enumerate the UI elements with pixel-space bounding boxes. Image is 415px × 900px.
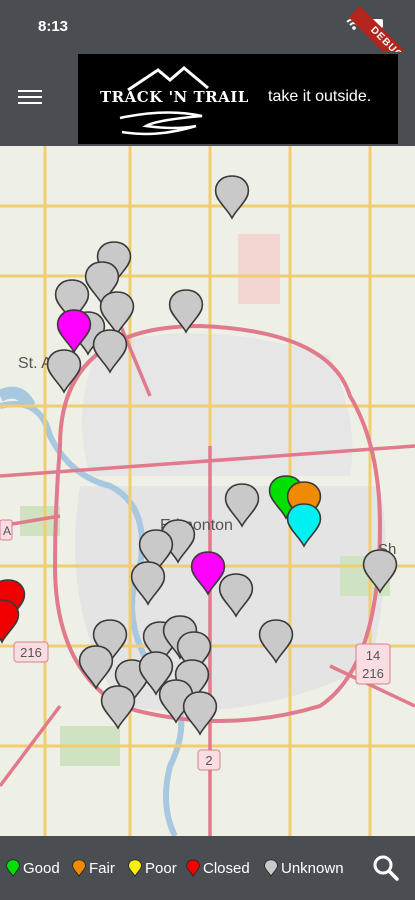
legend-label: Poor — [145, 859, 177, 877]
trail-swoosh-icon — [119, 111, 203, 136]
highway-shield: 2 — [197, 749, 221, 771]
search-button[interactable] — [372, 854, 400, 882]
legend-item-poor: Poor — [128, 858, 177, 878]
legend-item-closed: Closed — [186, 858, 250, 878]
legend-item-good: Good — [6, 858, 60, 878]
status-time: 8:13 — [38, 18, 69, 35]
unknown-pin-icon — [264, 859, 278, 877]
logo-tagline: take it outside. — [268, 88, 372, 105]
map-canvas[interactable]: 216 14 216 2 A St. Al Edmonton Sh — [0, 146, 415, 836]
highway-shield: 216 — [13, 641, 49, 663]
closed-pin-icon — [186, 859, 200, 877]
menu-button[interactable] — [18, 90, 42, 108]
logo-title: TRACK 'N TRAIL — [100, 88, 249, 106]
highway-shield: 14 216 — [355, 643, 391, 685]
industrial-area — [238, 234, 280, 304]
app-bar: TRACK 'N TRAIL take it outside. — [0, 52, 415, 146]
legend-label: Unknown — [281, 859, 344, 877]
legend-label: Fair — [89, 859, 115, 877]
svg-text:2: 2 — [205, 753, 212, 768]
legend-item-unknown: Unknown — [264, 858, 344, 878]
menu-icon-line — [18, 96, 42, 98]
trail-map[interactable]: 216 14 216 2 A St. Al Edmonton Sh — [0, 146, 415, 836]
menu-icon-line — [18, 90, 42, 92]
legend-label: Good — [23, 859, 60, 877]
legend-label: Closed — [203, 859, 250, 877]
status-bar: 8:13 DEBUG — [0, 0, 415, 81]
svg-text:A: A — [3, 524, 11, 538]
svg-text:14: 14 — [366, 648, 380, 663]
good-pin-icon — [6, 859, 20, 877]
svg-text:216: 216 — [362, 666, 384, 681]
logo-banner[interactable]: TRACK 'N TRAIL take it outside. — [78, 54, 398, 144]
svg-text:216: 216 — [20, 645, 42, 660]
highway-shield: A — [0, 519, 13, 541]
menu-icon-line — [18, 102, 42, 104]
legend-item-fair: Fair — [72, 858, 115, 878]
fair-pin-icon — [72, 859, 86, 877]
search-icon — [373, 855, 399, 881]
poor-pin-icon — [128, 859, 142, 877]
legend-bar: Good Fair Poor Closed Unknown — [0, 836, 415, 900]
